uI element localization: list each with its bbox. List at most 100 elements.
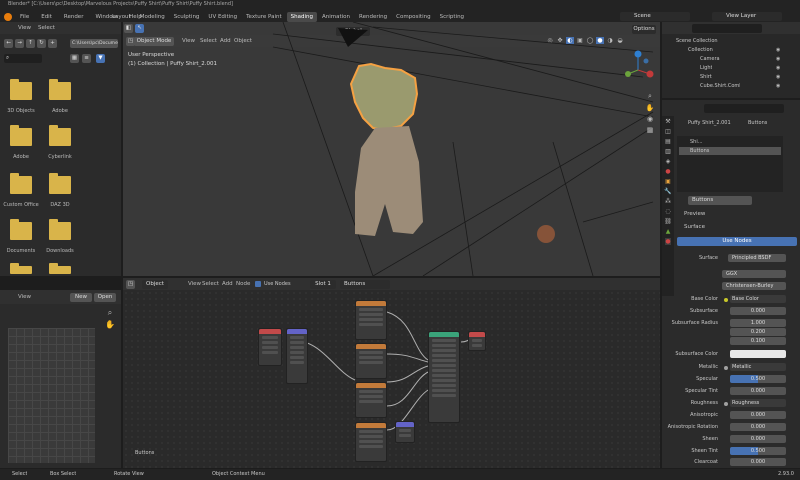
use-nodes-checkbox[interactable] [255, 281, 261, 287]
file-view-menu[interactable]: View [14, 23, 35, 33]
folder-icon[interactable] [49, 263, 71, 274]
filter-icon[interactable]: ▼ [96, 54, 105, 63]
sort-icon[interactable]: ≡ [82, 54, 91, 63]
subsurface-color-swatch[interactable] [730, 350, 786, 358]
hand-icon[interactable]: ✋ [645, 104, 655, 112]
subsurface-radius-x[interactable]: 1.000 [730, 319, 786, 327]
zoom-icon[interactable]: ⌕ [105, 308, 115, 318]
use-nodes-button[interactable]: Use Nodes [677, 237, 797, 246]
node-material-output[interactable] [468, 331, 486, 351]
physics-icon[interactable]: ◌ [665, 208, 670, 215]
tab-modeling[interactable]: Modeling [136, 12, 169, 22]
folder-icon[interactable] [10, 219, 32, 240]
output-icon[interactable]: ▤ [665, 138, 671, 145]
metallic-field[interactable]: Metallic [730, 363, 786, 371]
subsurface-radius-z[interactable]: 0.100 [730, 337, 786, 345]
object-icon[interactable]: ▣ [665, 178, 671, 185]
menu-file[interactable]: File [16, 12, 33, 22]
blender-logo-icon[interactable] [4, 12, 12, 21]
scene-icon[interactable]: ◈ [666, 158, 671, 165]
roughness-field[interactable]: Roughness [730, 399, 786, 407]
display-mode-icon[interactable]: ▦ [70, 54, 79, 63]
base-color-field[interactable]: Base Color [730, 295, 786, 303]
node-normal-map[interactable] [395, 421, 415, 443]
surface-section[interactable]: Surface [684, 224, 705, 230]
outliner-item-light[interactable]: Light [700, 65, 712, 71]
folder-icon[interactable] [49, 125, 71, 146]
subsurface-field[interactable]: 0.000 [730, 307, 786, 315]
material-slot[interactable]: Shi... [690, 139, 703, 145]
hand-icon[interactable]: ✋ [105, 320, 115, 329]
folder-icon[interactable] [49, 219, 71, 240]
distribution-selector[interactable]: GGX [722, 270, 786, 278]
editor-type-icon[interactable]: ◳ [126, 280, 135, 289]
view-layer-icon[interactable]: ▥ [665, 148, 671, 155]
outliner-item-shirt[interactable]: Shirt [700, 74, 712, 80]
folder-icon[interactable] [10, 79, 32, 100]
node-image-texture-1[interactable] [355, 300, 387, 340]
image-canvas-grid[interactable] [8, 328, 95, 463]
folder-icon[interactable] [49, 173, 71, 194]
node-texture-coordinate[interactable] [258, 328, 282, 366]
tab-texture-paint[interactable]: Texture Paint [242, 12, 286, 22]
tab-animation[interactable]: Animation [318, 12, 354, 22]
eye-icon[interactable]: ◉ [776, 83, 780, 89]
subsurface-method-selector[interactable]: Christensen-Burley [722, 282, 786, 290]
render-icon[interactable]: ◫ [665, 128, 671, 135]
menu-render[interactable]: Render [60, 12, 88, 22]
menu-edit[interactable]: Edit [37, 12, 56, 22]
folder-icon[interactable] [49, 79, 71, 100]
tab-shading[interactable]: Shading [286, 12, 317, 22]
outliner-root[interactable]: Scene Collection [676, 38, 718, 44]
outliner-item-camera[interactable]: Camera [700, 56, 720, 62]
eye-icon[interactable]: ◉ [776, 56, 780, 62]
clearcoat-field[interactable]: 0.000 [730, 458, 786, 466]
preview-section[interactable]: Preview [684, 211, 705, 217]
node-node-menu[interactable]: Node [232, 279, 254, 289]
folder-icon[interactable] [10, 263, 32, 274]
tab-scripting[interactable]: Scripting [436, 12, 468, 22]
file-search-input[interactable]: ⌕ [4, 54, 42, 63]
navigation-gizmo[interactable] [620, 48, 656, 84]
forward-icon[interactable]: → [15, 39, 24, 48]
node-image-texture-3[interactable] [355, 382, 387, 418]
tab-layout[interactable]: Layout [108, 12, 135, 22]
back-icon[interactable]: ← [4, 39, 13, 48]
material-selector[interactable]: Buttons [340, 280, 390, 289]
new-folder-icon[interactable]: + [48, 39, 57, 48]
material-name-field[interactable]: Buttons [688, 196, 752, 205]
world-icon[interactable]: ● [665, 168, 670, 175]
node-object-selector[interactable]: Object [142, 280, 168, 289]
node-principled-bsdf[interactable] [428, 331, 460, 423]
specular-tint-field[interactable]: 0.000 [730, 387, 786, 395]
anisotropic-rotation-field[interactable]: 0.000 [730, 423, 786, 431]
modifier-icon[interactable]: 🔧 [664, 188, 671, 195]
node-mapping[interactable] [286, 328, 308, 384]
tab-uv-editing[interactable]: UV Editing [204, 12, 241, 22]
camera-icon[interactable]: ◉ [645, 115, 655, 123]
tab-sculpting[interactable]: Sculpting [170, 12, 204, 22]
folder-icon[interactable] [10, 173, 32, 194]
node-image-texture-4[interactable] [355, 422, 387, 462]
scene-selector[interactable]: Scene [620, 12, 690, 21]
refresh-icon[interactable]: ↻ [37, 39, 46, 48]
material-slot-active[interactable]: Buttons [679, 147, 781, 155]
parent-dir-icon[interactable]: ↑ [26, 39, 35, 48]
zoom-icon[interactable]: ⌕ [645, 92, 655, 101]
node-image-texture-2[interactable] [355, 343, 387, 379]
surface-shader-field[interactable]: Principled BSDF [728, 254, 786, 262]
sheen-tint-field[interactable]: 0.500 [730, 447, 786, 455]
image-open-button[interactable]: Open [94, 293, 116, 302]
constraints-icon[interactable]: ⛓ [664, 218, 672, 225]
material-icon[interactable]: ● [665, 238, 671, 245]
outliner-item-cube[interactable]: Cube.Shirt.Comb [700, 83, 740, 89]
outliner-search-input[interactable] [692, 24, 762, 33]
eye-icon[interactable]: ◉ [776, 74, 780, 80]
view-layer-selector[interactable]: View Layer [712, 12, 782, 21]
tab-rendering[interactable]: Rendering [355, 12, 391, 22]
image-view-menu[interactable]: View [14, 292, 35, 302]
sheen-field[interactable]: 0.000 [730, 435, 786, 443]
data-icon[interactable]: ▲ [666, 228, 671, 235]
particles-icon[interactable]: ⁂ [665, 198, 671, 205]
specular-field[interactable]: 0.500 [730, 375, 786, 383]
